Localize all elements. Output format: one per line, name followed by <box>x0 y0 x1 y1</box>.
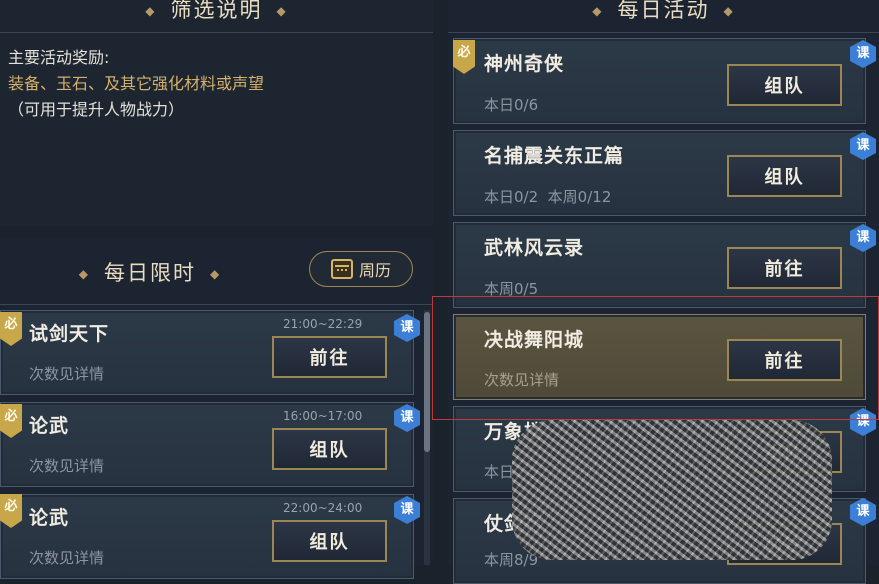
calendar-label: 周历 <box>358 261 391 280</box>
diamond-icon: ◆ <box>145 4 157 18</box>
goto-button[interactable]: 前往 <box>272 336 387 378</box>
reward-label: 主要活动奖励: <box>8 48 110 67</box>
activity-count: 次数见详情 <box>484 371 560 389</box>
diamond-icon: ◆ <box>210 267 222 281</box>
diamond-icon: ◆ <box>78 267 90 281</box>
calendar-icon <box>330 259 353 279</box>
divider <box>0 304 433 305</box>
activity-count: 次数见详情 <box>29 365 105 383</box>
activity-time: 16:00~17:00 <box>283 409 363 423</box>
activity-count: 本日0/6 <box>484 96 539 114</box>
team-button[interactable]: 组队 <box>727 155 842 197</box>
activity-time: 22:00~24:00 <box>283 501 363 515</box>
activity-name: 名捕震关东正篇 <box>484 145 625 167</box>
divider <box>0 32 433 33</box>
activity-time: 21:00~22:29 <box>283 317 363 331</box>
daily-item-card[interactable]: 名捕震关东正篇 本日0/2 本周0/12 组队 <box>453 130 866 216</box>
diamond-icon: ◆ <box>723 4 735 18</box>
diamond-icon: ◆ <box>592 4 604 18</box>
limited-item-card[interactable]: 试剑天下 21:00~22:29 次数见详情 前往 <box>0 310 414 395</box>
divider <box>448 32 879 33</box>
limited-item-card[interactable]: 论武 22:00~24:00 次数见详情 组队 <box>0 494 414 579</box>
goto-button[interactable]: 前往 <box>727 339 842 381</box>
activity-count: 本日0/2 本周0/12 <box>484 188 612 206</box>
daily-item-card[interactable]: 神州奇侠 本日0/6 组队 <box>453 38 866 124</box>
activity-name: 武林风云录 <box>484 237 585 259</box>
activity-name: 决战舞阳城 <box>484 329 585 351</box>
team-button[interactable]: 组队 <box>272 520 387 562</box>
filter-header: ◆ 筛选说明 ◆ <box>0 0 433 24</box>
team-button[interactable]: 组队 <box>727 64 842 106</box>
limited-title: 每日限时 <box>104 261 196 285</box>
limited-header: ◆ 每日限时 ◆ <box>0 257 300 287</box>
activity-name: 试剑天下 <box>29 323 110 345</box>
activity-name: 论武 <box>29 507 70 529</box>
daily-title: 每日活动 <box>617 0 710 22</box>
activity-name: 论武 <box>29 415 70 437</box>
weekly-calendar-button[interactable]: 周历 <box>309 251 413 287</box>
mosaic-obscured-region <box>512 420 832 560</box>
team-button[interactable]: 组队 <box>272 428 387 470</box>
activity-count: 本周0/5 <box>484 280 539 298</box>
reward-note: （可用于提升人物战力） <box>8 100 185 119</box>
goto-button[interactable]: 前往 <box>727 247 842 289</box>
limited-item-card[interactable]: 论武 16:00~17:00 次数见详情 组队 <box>0 402 414 487</box>
activity-name: 神州奇侠 <box>484 53 565 75</box>
diamond-icon: ◆ <box>276 4 288 18</box>
daily-header: ◆ 每日活动 ◆ <box>448 0 879 24</box>
daily-item-card-selected[interactable]: 决战舞阳城 次数见详情 前往 <box>453 314 866 400</box>
filter-panel: ◆ 筛选说明 ◆ 主要活动奖励: 装备、玉石、及其它强化材料或声望 （可用于提升人物… <box>0 0 433 226</box>
scrollbar-thumb[interactable] <box>424 312 430 452</box>
filter-title: 筛选说明 <box>170 0 263 22</box>
activity-count: 次数见详情 <box>29 457 105 475</box>
daily-item-card[interactable]: 武林风云录 本周0/5 前往 <box>453 222 866 308</box>
reward-items: 装备、玉石、及其它强化材料或声望 <box>8 74 265 93</box>
